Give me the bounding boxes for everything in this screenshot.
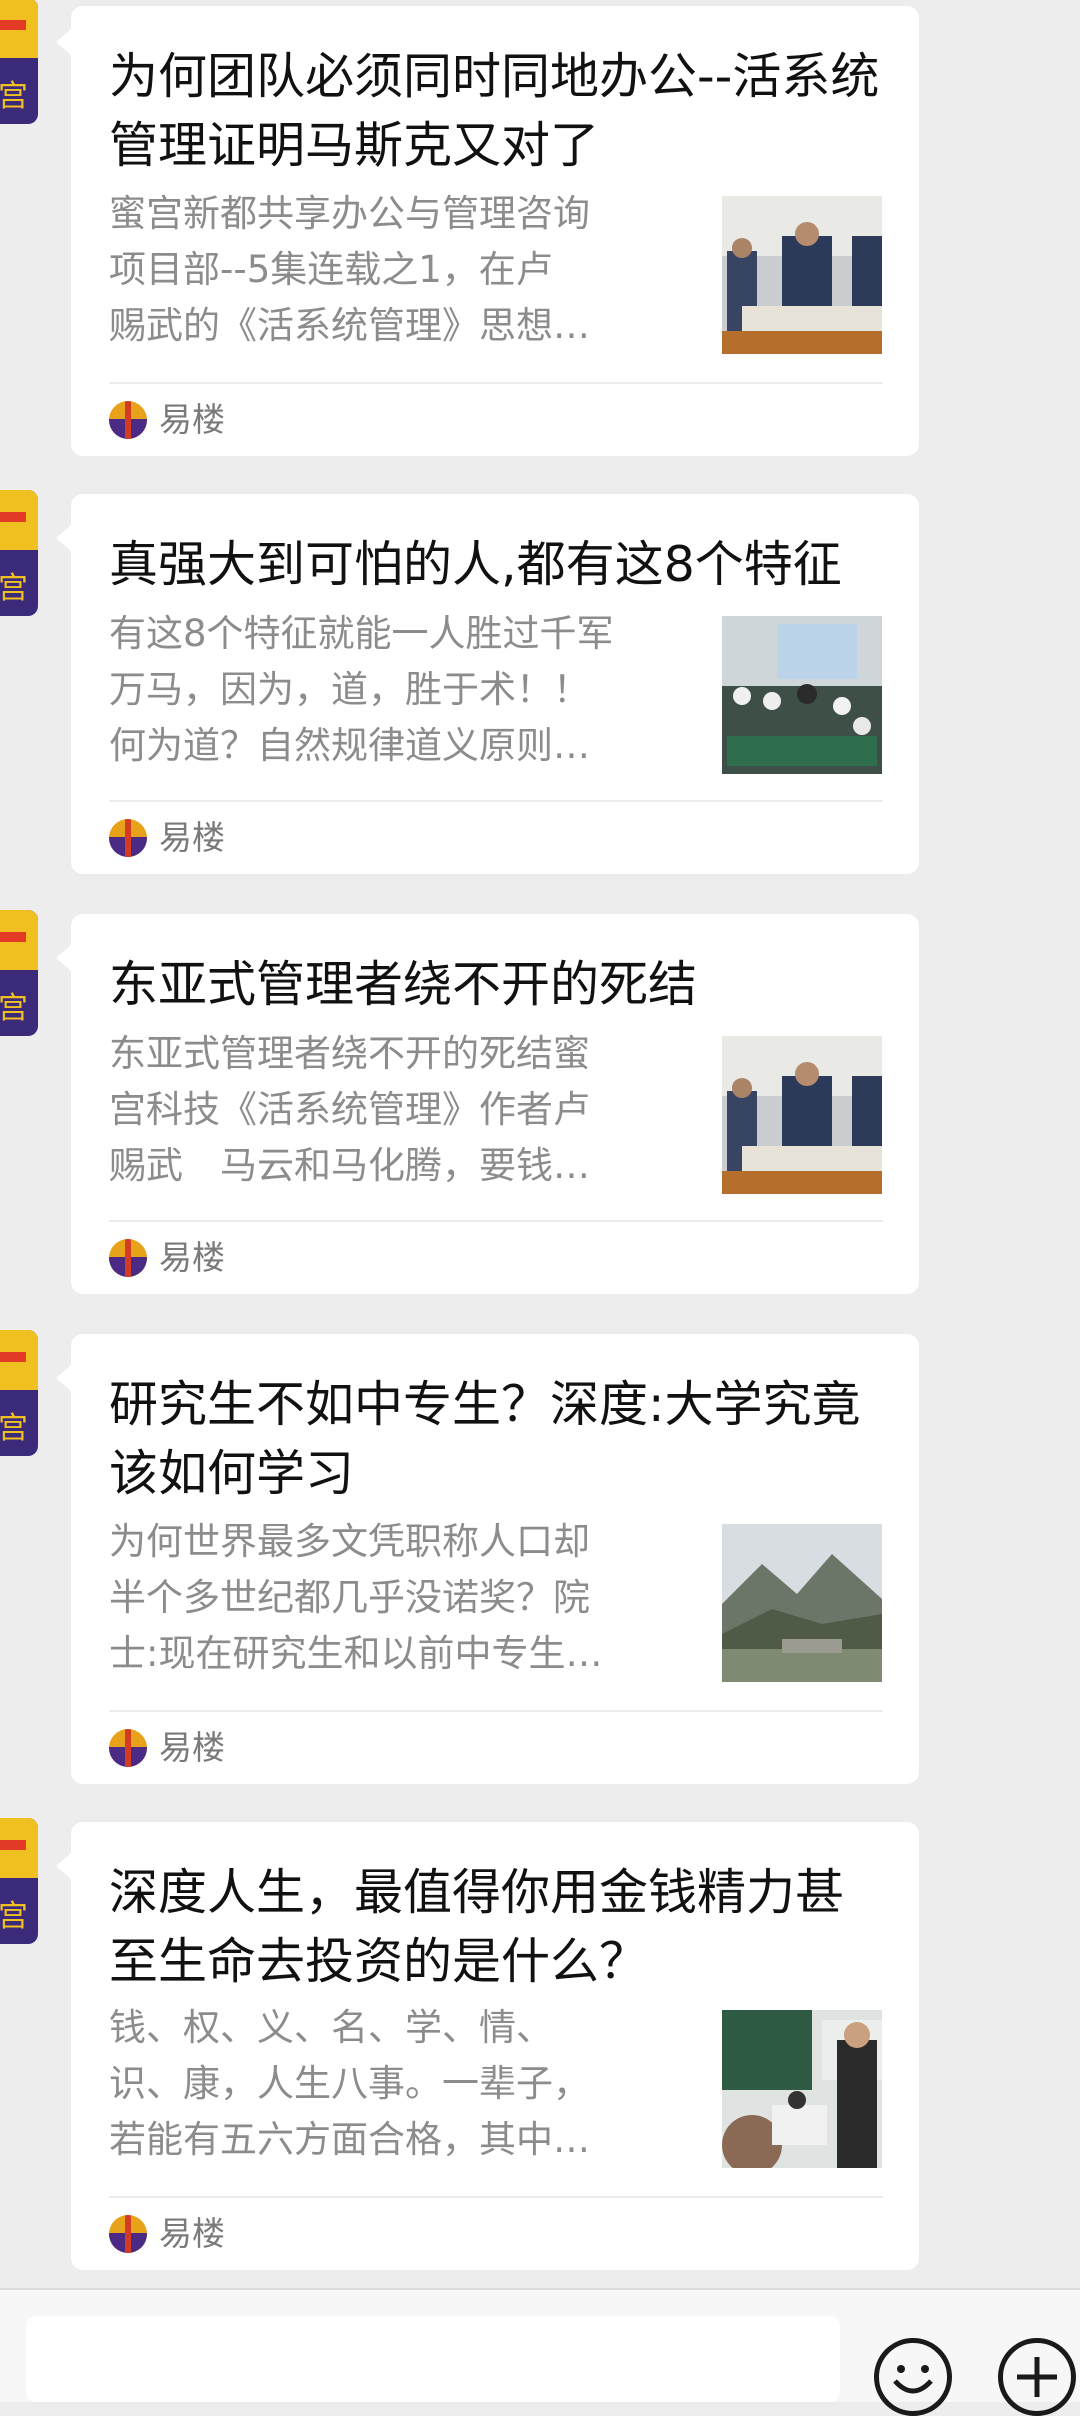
article-title: 深度人生，最值得你用金钱精力甚至生命去投资的是什么？ xyxy=(109,1864,845,1990)
article-title: 东亚式管理者绕不开的死结 xyxy=(109,956,698,1013)
article-summary: 为何世界最多文凭职称人口却 半个多世纪都几乎没诺奖？院 士:现在研究生和以前中专… xyxy=(109,1520,603,1675)
article-summary: 东亚式管理者绕不开的死结蜜 宫科技《活系统管理》作者卢 赐武 马云和马化腾，要钱… xyxy=(109,1032,590,1187)
article-card[interactable]: 真强大到可怕的人,都有这8个特征 有这8个特征就能一人胜过千军 万马，因为，道，… xyxy=(71,494,919,874)
sender-avatar[interactable]: 宫 xyxy=(0,490,38,616)
article-source: 易楼 xyxy=(109,1238,225,1278)
article-card[interactable]: 研究生不如中专生？深度:大学究竟该如何学习 为何世界最多文凭职称人口却 半个多世… xyxy=(71,1334,919,1784)
article-title: 真强大到可怕的人,都有这8个特征 xyxy=(109,536,842,593)
article-card[interactable]: 东亚式管理者绕不开的死结 东亚式管理者绕不开的死结蜜 宫科技《活系统管理》作者卢… xyxy=(71,914,919,1294)
article-summary: 蜜宫新都共享办公与管理咨询 项目部--5集连载之1，在卢 赐武的《活系统管理》思… xyxy=(109,192,590,347)
article-source: 易楼 xyxy=(109,400,225,440)
article-summary: 钱、权、义、名、学、情、 识、康，人生八事。一辈子， 若能有五六方面合格，其中… xyxy=(109,2006,590,2161)
source-logo-icon xyxy=(109,401,147,439)
source-logo-icon xyxy=(109,1729,147,1767)
article-thumbnail xyxy=(722,1524,882,1682)
article-summary: 有这8个特征就能一人胜过千军 万马，因为，道，胜于术！！ 何为道？自然规律道义原… xyxy=(109,612,614,767)
source-logo-icon xyxy=(109,819,147,857)
article-source: 易楼 xyxy=(109,1728,225,1768)
article-thumbnail xyxy=(722,2010,882,2168)
article-card[interactable]: 为何团队必须同时同地办公--活系统管理证明马斯克又对了 蜜宫新都共享办公与管理咨… xyxy=(71,6,919,456)
message-input[interactable] xyxy=(26,2316,840,2402)
emoji-icon[interactable] xyxy=(874,2338,952,2416)
article-thumbnail xyxy=(722,1036,882,1194)
sender-avatar[interactable]: 宫 xyxy=(0,910,38,1036)
sender-avatar[interactable]: 宫 xyxy=(0,0,38,124)
article-source: 易楼 xyxy=(109,818,225,858)
article-title: 为何团队必须同时同地办公--活系统管理证明马斯克又对了 xyxy=(109,48,880,174)
source-logo-icon xyxy=(109,1239,147,1277)
plus-icon[interactable] xyxy=(998,2338,1076,2416)
source-logo-icon xyxy=(109,2215,147,2253)
sender-avatar[interactable]: 宫 xyxy=(0,1818,38,1944)
article-card[interactable]: 深度人生，最值得你用金钱精力甚至生命去投资的是什么？ 钱、权、义、名、学、情、 … xyxy=(71,1822,919,2270)
chat-input-bar xyxy=(0,2288,1080,2416)
article-title: 研究生不如中专生？深度:大学究竟该如何学习 xyxy=(109,1376,861,1502)
article-thumbnail xyxy=(722,196,882,354)
article-thumbnail xyxy=(722,616,882,774)
article-source: 易楼 xyxy=(109,2214,225,2254)
sender-avatar[interactable]: 宫 xyxy=(0,1330,38,1456)
